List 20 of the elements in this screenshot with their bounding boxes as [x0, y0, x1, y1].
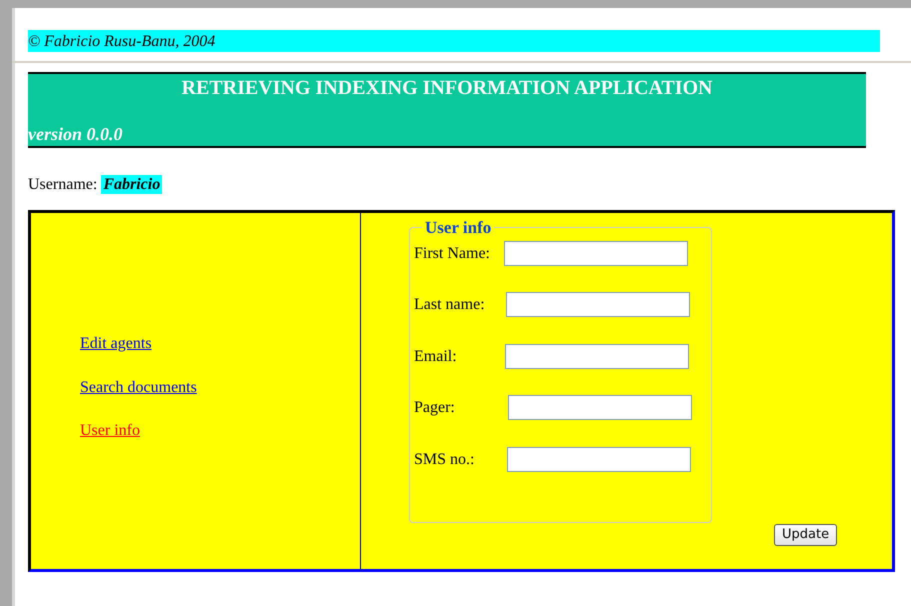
version-text: version 0.0.0: [28, 124, 122, 146]
field-label: Email:: [414, 346, 458, 366]
app-title: RETRIEVING INDEXING INFORMATION APPLICATION: [180, 76, 714, 100]
nav-link[interactable]: User info: [80, 420, 140, 440]
field-label: First Name:: [414, 244, 491, 263]
update-button[interactable]: Update: [774, 524, 838, 546]
username-value: Fabricio: [101, 175, 162, 194]
input-field[interactable]: [508, 395, 692, 420]
nav-link[interactable]: Edit agents: [80, 334, 152, 354]
input-field[interactable]: [504, 240, 688, 266]
field-label: Last name:: [414, 295, 486, 314]
field-label: Pager:: [414, 398, 456, 418]
field-label: SMS no.:: [414, 450, 476, 469]
fieldset-legend: User info: [422, 219, 494, 236]
username-label: Username:: [28, 175, 98, 194]
input-field[interactable]: [505, 344, 689, 369]
copyright-text: © Fabricio Rusu-Banu, 2004: [28, 30, 880, 52]
nav-link[interactable]: Search documents: [80, 378, 197, 397]
input-field[interactable]: [507, 446, 691, 472]
input-field[interactable]: [506, 292, 690, 318]
